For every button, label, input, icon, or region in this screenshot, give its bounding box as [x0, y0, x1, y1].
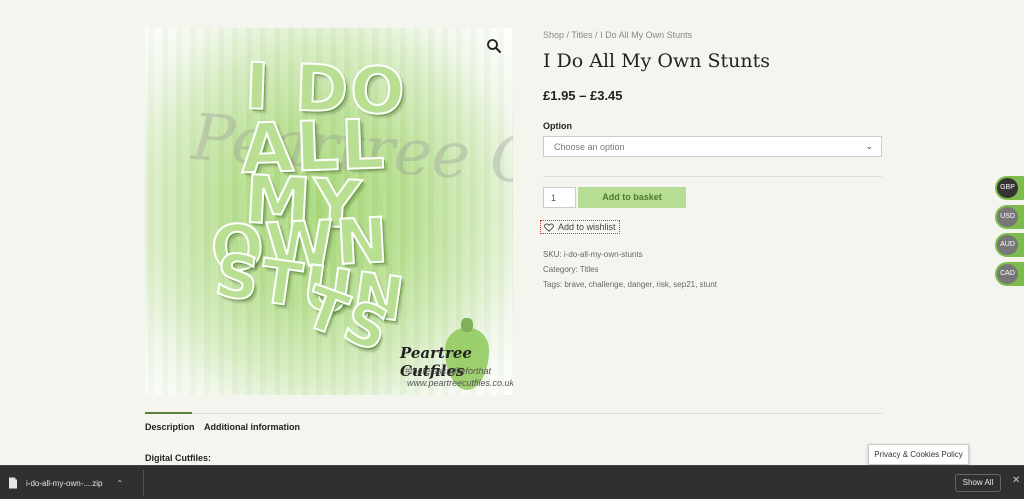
currency-code: GBP	[997, 178, 1018, 198]
breadcrumb-current: I Do All My Own Stunts	[600, 30, 693, 40]
breadcrumb-separator: /	[592, 30, 601, 40]
currency-code: USD	[997, 207, 1018, 227]
wishlist-label: Add to wishlist	[558, 222, 616, 232]
tabs-divider	[145, 413, 882, 414]
breadcrumb-shop[interactable]: Shop	[543, 30, 564, 40]
magnifier-icon[interactable]	[486, 38, 502, 54]
privacy-policy-button[interactable]: Privacy & Cookies Policy	[868, 444, 969, 465]
divider	[143, 470, 144, 496]
currency-code: CAD	[997, 264, 1018, 284]
breadcrumb-titles[interactable]: Titles	[571, 30, 592, 40]
file-icon	[9, 477, 17, 489]
chevron-down-icon: ⌄	[865, 141, 873, 151]
show-all-button[interactable]: Show All	[955, 474, 1001, 492]
product-price: £1.95 – £3.45	[543, 88, 623, 103]
product-tags[interactable]: Tags: brave, challenge, danger, risk, se…	[543, 280, 717, 289]
product-sku: SKU: i-do-all-my-own-stunts	[543, 250, 643, 259]
active-tab-indicator	[145, 412, 192, 414]
brand-url: www.peartreecutfiles.co.uk	[407, 378, 513, 388]
download-file-name: i-do-all-my-own-....zip	[26, 478, 103, 488]
divider	[543, 176, 882, 177]
option-label: Option	[543, 121, 572, 131]
brand-tagline: #thereisacutfileforthat	[405, 366, 492, 376]
section-heading: Digital Cutfiles:	[145, 453, 212, 463]
download-item[interactable]: i-do-all-my-own-....zip ⌃	[8, 473, 141, 493]
currency-code: AUD	[997, 235, 1018, 255]
product-title: I Do All My Own Stunts	[543, 50, 771, 72]
currency-gbp[interactable]: GBP	[995, 176, 1024, 200]
tab-description[interactable]: Description	[145, 422, 195, 432]
currency-cad[interactable]: CAD	[995, 262, 1024, 286]
quantity-input[interactable]: 1	[543, 187, 576, 208]
add-to-wishlist-link[interactable]: Add to wishlist	[540, 220, 620, 234]
tab-additional-information[interactable]: Additional information	[204, 422, 300, 432]
add-to-basket-button[interactable]: Add to basket	[578, 187, 686, 208]
breadcrumb: Shop / Titles / I Do All My Own Stunts	[543, 30, 692, 40]
download-bar: i-do-all-my-own-....zip ⌃ Show All ✕	[0, 465, 1024, 499]
close-icon[interactable]: ✕	[1012, 475, 1020, 486]
heart-outline-icon	[544, 223, 554, 232]
currency-usd[interactable]: USD	[995, 205, 1024, 229]
chevron-up-icon[interactable]: ⌃	[116, 479, 123, 488]
product-category[interactable]: Category: Titles	[543, 265, 599, 274]
currency-aud[interactable]: AUD	[995, 233, 1024, 257]
option-select-value: Choose an option	[554, 142, 625, 152]
option-select[interactable]: Choose an option ⌄	[543, 136, 882, 157]
product-image[interactable]: Peartree Cutfiles I DO ALL MY OWN STUN T…	[145, 28, 513, 395]
